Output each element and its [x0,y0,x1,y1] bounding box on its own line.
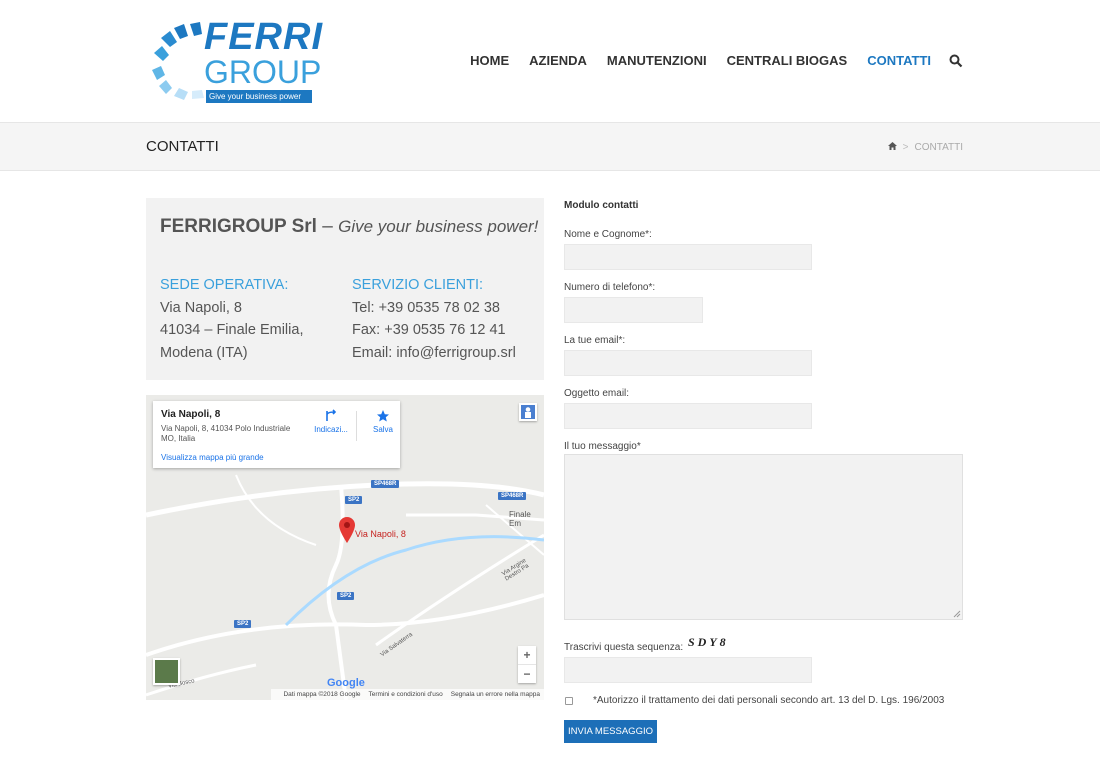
page-title: CONTATTI [146,138,219,155]
nav-item-azienda[interactable]: AZIENDA [529,53,587,68]
fax-number: Fax: +39 0535 76 12 41 [352,322,506,338]
road-label: SP468R [371,480,400,488]
nav-item-home[interactable]: HOME [470,53,509,68]
email-field[interactable] [564,350,812,376]
place-label: Finale Em [509,510,531,528]
captcha-image: SDY8 [688,635,729,649]
company-name: FERRIGROUP Srl [160,216,317,237]
map-footer: Dati mappa ©2018 Google Termini e condiz… [271,689,544,700]
sede-line-1: Via Napoli, 8 [160,299,242,316]
main-nav: HOME AZIENDA MANUTENZIONI CENTRALI BIOGA… [450,53,963,68]
nav-item-manutenzioni[interactable]: MANUTENZIONI [607,53,707,68]
directions-label: Indicazi... [314,425,348,434]
contact-info-box: FERRIGROUP Srl – Give your business powe… [146,198,544,380]
nav-item-contatti[interactable]: CONTATTI [867,53,931,68]
road-label: SP2 [345,496,363,504]
satellite-toggle[interactable] [153,658,180,685]
save-button[interactable]: Salva [368,409,398,434]
sede-line-2: 41034 – Finale Emilia, [160,322,304,338]
view-larger-map-link[interactable]: Visualizza mappa più grande [161,453,264,462]
logo-word-group: GROUP [204,54,322,90]
sede-operativa: SEDE OPERATIVA: Via Napoli, 8 41034 – Fi… [160,274,303,364]
company-slogan: Give your business power! [338,217,539,236]
street-view-pegman-icon[interactable] [519,403,537,421]
road-label: SP468R [498,492,527,500]
site-header: FERRI GROUP Give your business power HOM… [0,0,1100,122]
captcha-label: Trascrivi questa sequenza: [564,642,684,653]
logo-word-ferri: FERRI [204,16,323,58]
resize-handle-icon[interactable] [953,610,961,618]
phone-label: Numero di telefono*: [564,282,656,293]
star-icon [377,410,389,422]
slogan-separator: – [316,216,339,237]
directions-icon [326,409,337,421]
phone-field[interactable] [564,297,703,323]
sede-line-3: Modena (ITA) [160,344,248,361]
map-report-link[interactable]: Segnala un errore nella mappa [451,691,540,698]
breadcrumb-current: CONTATTI [914,142,963,153]
logo-ring-icon [152,22,204,100]
home-icon[interactable] [887,142,897,153]
map-terms-link[interactable]: Termini e condizioni d'uso [369,691,443,698]
google-logo: Google [327,677,365,689]
map-data-credit: Dati mappa ©2018 Google [283,691,361,698]
ferri-group-logo[interactable]: FERRI GROUP Give your business power [152,16,322,106]
card-divider [356,411,357,441]
map-card-title: Via Napoli, 8 [161,409,221,420]
save-label: Salva [372,425,393,434]
subject-field[interactable] [564,403,812,429]
nav-item-centrali-biogas[interactable]: CENTRALI BIOGAS [727,53,848,68]
consent-checkbox[interactable] [565,697,573,705]
map-info-card: Via Napoli, 8 Via Napoli, 8, 41034 Polo … [153,401,400,468]
submit-button[interactable]: INVIA MESSAGGIO [564,720,657,743]
message-textarea[interactable] [564,454,963,620]
map-pin-icon[interactable] [339,517,355,543]
road-label: SP2 [337,592,355,600]
phone-number[interactable]: Tel: +39 0535 78 02 38 [352,297,516,320]
road-label: SP2 [234,620,252,628]
logo-tagline: Give your business power [206,90,312,103]
message-label: Il tuo messaggio* [564,441,641,452]
servizio-heading: SERVIZIO CLIENTI: [352,277,484,293]
search-icon[interactable] [949,54,963,68]
consent-label: *Autorizzo il trattamento dei dati perso… [593,695,945,706]
directions-button[interactable]: Indicazi... [310,409,352,434]
map-card-address: Via Napoli, 8, 41034 Polo Industriale MO… [161,424,291,443]
name-field[interactable] [564,244,812,270]
sede-heading: SEDE OPERATIVA: [160,277,289,293]
zoom-in-button[interactable]: + [518,646,536,664]
name-label: Nome e Cognome*: [564,229,652,240]
email-address[interactable]: Email: info@ferrigroup.srl [352,342,516,365]
email-label: La tue email*: [564,335,626,346]
breadcrumb-separator: > [902,142,909,153]
zoom-out-button[interactable]: − [518,665,536,683]
servizio-clienti: SERVIZIO CLIENTI: Tel: +39 0535 78 02 38… [352,274,516,364]
subject-label: Oggetto email: [564,388,630,399]
page-title-bar: CONTATTI > CONTATTI [0,122,1100,171]
captcha-field[interactable] [564,657,812,683]
google-map[interactable]: Via Napoli, 8 Via Napoli, 8, 41034 Polo … [146,395,544,700]
map-pin-label: Via Napoli, 8 [355,529,406,539]
company-heading: FERRIGROUP Srl – Give your business powe… [160,216,538,238]
breadcrumb: > CONTATTI [887,142,963,153]
form-title: Modulo contatti [564,200,639,211]
zoom-controls: + − [518,646,536,683]
